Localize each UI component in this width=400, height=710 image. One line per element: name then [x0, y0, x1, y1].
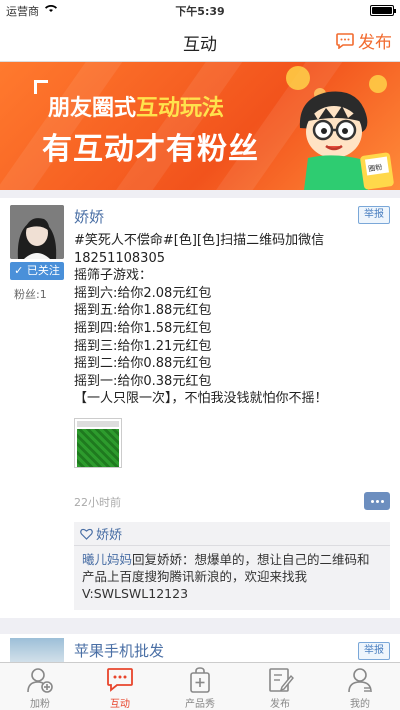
chat-icon: [107, 668, 133, 692]
navigation-bar: 互动 发布: [0, 20, 400, 62]
edit-icon: [269, 668, 294, 692]
bag-icon: [190, 667, 210, 693]
comment-section: 娇娇 曦儿妈妈回复娇娇：想爆单的，想让自己的二维码和产品上百度搜狗腾讯新浪的，欢…: [74, 522, 390, 610]
liker-name[interactable]: 娇娇: [96, 524, 122, 543]
add-user-icon: [27, 668, 53, 693]
tab-interact[interactable]: 互动: [80, 663, 160, 710]
post-username[interactable]: 苹果手机批发: [74, 640, 164, 661]
post-card: 苹果手机批发 举报: [0, 634, 400, 662]
post-text: #笑死人不偿命#[色][色]扫描二维码加微信 18251108305 摇筛子游戏…: [74, 233, 328, 407]
promo-banner[interactable]: 朋友圈式互动玩法 有互动才有粉丝 圈粉: [0, 62, 400, 190]
tab-label: 加粉: [30, 699, 50, 710]
chat-bubble-icon: [336, 32, 354, 49]
battery-icon: [370, 5, 396, 16]
report-button[interactable]: 举报: [358, 206, 390, 224]
publish-button[interactable]: 发布: [336, 28, 392, 53]
tab-product-show[interactable]: 产品秀: [160, 663, 240, 710]
avatar[interactable]: [10, 638, 64, 662]
comment-reply-word: 回复: [132, 552, 158, 567]
profile-icon: [348, 668, 372, 693]
follow-status-button[interactable]: ✓ 已关注: [10, 262, 64, 280]
qr-code-image: [77, 429, 119, 467]
banner-headline-part1: 朋友圈式: [48, 96, 137, 121]
quote-mark-icon: [34, 80, 48, 94]
banner-headline-part2: 互动玩法: [136, 96, 225, 121]
status-bar: 运营商 下午5:39: [0, 0, 400, 20]
banner-subheadline: 有互动才有粉丝: [42, 132, 259, 167]
post-image-thumbnail[interactable]: [74, 418, 122, 468]
heart-icon: [80, 528, 93, 540]
tab-label: 发布: [270, 699, 290, 710]
tab-add-fans[interactable]: 加粉: [0, 663, 80, 710]
comment-icon[interactable]: [364, 492, 390, 510]
report-button[interactable]: 举报: [358, 642, 390, 660]
likes-row: 娇娇: [74, 522, 390, 546]
tab-bar: 加粉 互动 产品秀 发布 我的: [0, 662, 400, 710]
status-time: 下午5:39: [175, 5, 225, 18]
post-card: ✓ 已关注 粉丝:1 娇娇 举报 #笑死人不偿命#[色][色]扫描二维码加微信 …: [0, 198, 400, 618]
avatar[interactable]: [10, 205, 64, 259]
fans-count: 粉丝:1: [14, 288, 47, 301]
tab-publish[interactable]: 发布: [240, 663, 320, 710]
tab-mine[interactable]: 我的: [320, 663, 400, 710]
cartoon-character-illustration: 圈粉: [286, 66, 394, 190]
tab-label: 产品秀: [185, 699, 215, 710]
tab-label: 互动: [110, 699, 130, 710]
comment-item: 曦儿妈妈回复娇娇：想爆单的，想让自己的二维码和产品上百度搜狗腾讯新浪的，欢迎来找…: [74, 546, 390, 607]
comment-author[interactable]: 曦儿妈妈: [82, 552, 132, 567]
publish-label: 发布: [358, 33, 392, 53]
post-username[interactable]: 娇娇: [74, 206, 104, 227]
banner-headline: 朋友圈式互动玩法: [48, 90, 224, 122]
post-timestamp: 22小时前: [74, 496, 121, 509]
comment-target[interactable]: 娇娇: [157, 552, 182, 567]
tab-label: 我的: [350, 699, 370, 710]
